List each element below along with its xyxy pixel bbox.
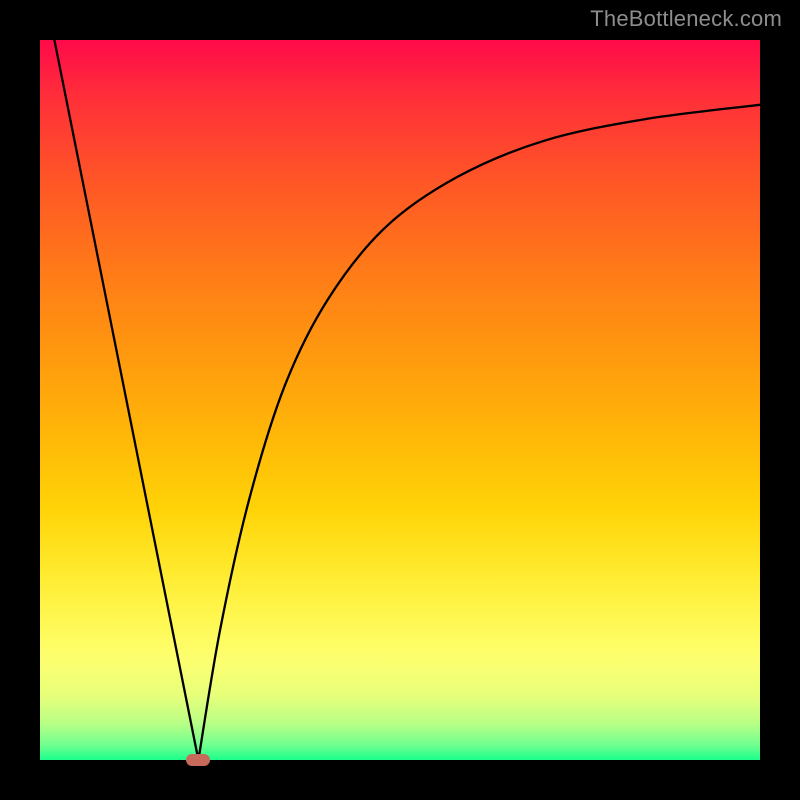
curve-svg — [40, 40, 760, 760]
chart-frame: TheBottleneck.com — [0, 0, 800, 800]
plot-area — [40, 40, 760, 760]
bottleneck-curve — [54, 40, 760, 760]
watermark-text: TheBottleneck.com — [590, 6, 782, 32]
min-marker — [186, 754, 210, 766]
